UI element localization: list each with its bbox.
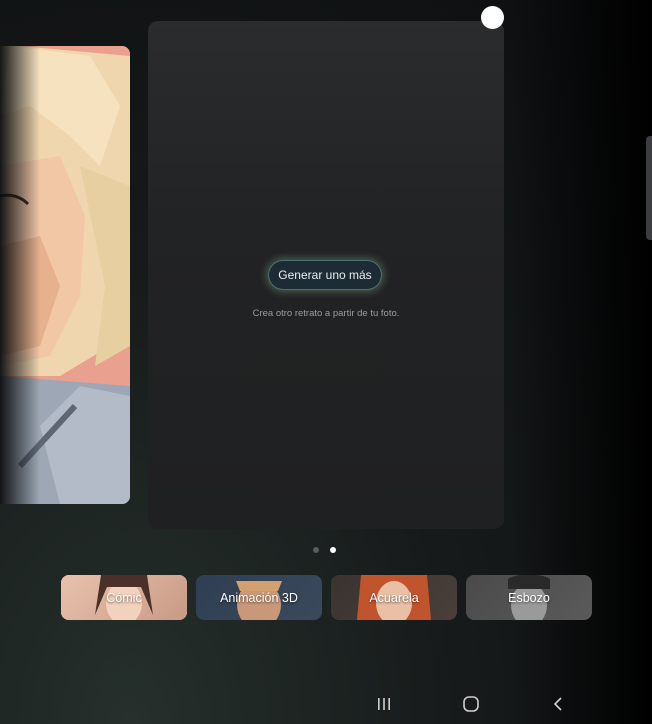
portrait-edge-shade xyxy=(0,46,40,504)
page-dot-1 xyxy=(313,547,319,553)
close-circle-button[interactable] xyxy=(481,6,504,29)
back-icon[interactable] xyxy=(544,692,572,716)
page-dot-2 xyxy=(330,547,336,553)
style-option-watercolor[interactable]: Acuarela xyxy=(331,575,457,620)
style-label-3d-animation: Animación 3D xyxy=(220,590,298,605)
system-navigation-bar xyxy=(360,692,580,718)
style-selector: Cómic Animación 3D Acuarela Esbozo xyxy=(61,575,592,620)
style-option-3d-animation[interactable]: Animación 3D xyxy=(196,575,322,620)
style-label-sketch: Esbozo xyxy=(508,590,550,605)
style-option-sketch[interactable]: Esbozo xyxy=(466,575,592,620)
recent-apps-icon[interactable] xyxy=(370,692,398,716)
style-label-watercolor: Acuarela xyxy=(369,590,419,605)
generate-more-button[interactable]: Generar uno más xyxy=(268,260,382,290)
generate-more-card: Generar uno más Crea otro retrato a part… xyxy=(148,21,504,529)
style-label-comic: Cómic xyxy=(106,590,142,605)
previous-portrait-card[interactable] xyxy=(0,46,130,504)
style-option-comic[interactable]: Cómic xyxy=(61,575,187,620)
edge-panel-handle[interactable] xyxy=(646,136,652,240)
page-indicator xyxy=(313,547,336,553)
home-icon[interactable] xyxy=(457,692,485,716)
generate-more-subtitle: Crea otro retrato a partir de tu foto. xyxy=(252,308,400,319)
